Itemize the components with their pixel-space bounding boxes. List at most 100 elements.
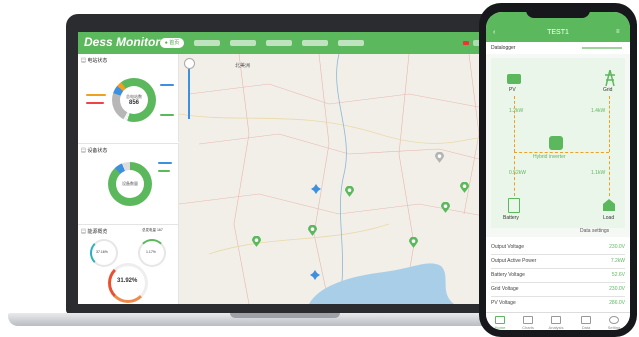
nav-data[interactable]: Data (574, 315, 598, 330)
hybrid-inverter-label: Hybrid inverter (533, 154, 566, 160)
gauge-2: 1.17% (138, 239, 166, 267)
load-label: Load (603, 215, 615, 221)
analysis-icon (551, 316, 561, 324)
brand-logo: Dess Monitor (84, 35, 161, 49)
menu-icon[interactable]: ≡ (616, 29, 620, 35)
flow-line (514, 96, 516, 152)
total-generation: 总发电量 167 (142, 228, 163, 232)
legend-line (158, 162, 172, 164)
flag-icon[interactable] (463, 41, 469, 45)
gauge-1: 37.16% (90, 239, 118, 267)
legend-line (86, 102, 104, 104)
energy-overview-panel: ▤ 能源概览 总发电量 167 37.16% 1.17% 31.92% (78, 224, 179, 304)
cluster-marker[interactable] (311, 184, 321, 194)
gauge-3-value: 31.92% (117, 278, 138, 284)
nav-item[interactable] (194, 40, 220, 46)
bottom-nav: Home Charts Analysis Data Setting (486, 312, 630, 330)
nav-charts[interactable]: Charts (516, 315, 540, 330)
row-value: 230.0V (609, 286, 625, 292)
row-label: Output Active Power (491, 258, 537, 264)
panel-title: ▤ 设备状态 (81, 148, 108, 154)
map-canvas (179, 54, 500, 304)
flow-line (609, 156, 611, 196)
station-pin[interactable] (409, 237, 418, 248)
station-pin[interactable] (460, 182, 469, 193)
legend-line (160, 84, 174, 86)
phone-screen: ‹ TEST1 ≡ Datalogger PV Grid 1.2kW 1.4kW… (486, 12, 630, 330)
panel-title: ▤ 能源概览 (81, 229, 108, 235)
nav-home[interactable]: Home (488, 315, 512, 330)
laptop-screen: Dess Monitor ● 首页 ▤ 电站状态 总电站数 856 ▤ 设备状态… (78, 32, 500, 304)
donut-center: 设备数量 (116, 170, 144, 198)
nav-label: Data (581, 325, 591, 330)
list-item: Output Active Power 7.2kW (491, 255, 625, 268)
data-icon (581, 316, 591, 324)
list-item: Grid Voltage 230.0V (491, 283, 625, 296)
gauge-1-value: 37.16% (96, 250, 108, 254)
nav-item[interactable] (266, 40, 292, 46)
gauge-3: 31.92% (108, 263, 148, 303)
flow-line (609, 96, 611, 152)
station-status-panel: ▤ 电站状态 总电站数 856 (78, 54, 179, 142)
battery-icon (508, 198, 520, 213)
battery-label: Battery (503, 215, 519, 221)
device-status-panel: ▤ 设备状态 设备数量 (78, 143, 179, 224)
station-pin[interactable] (441, 202, 450, 213)
inverter-icon (549, 136, 563, 150)
house-icon (603, 199, 615, 211)
gear-icon (609, 316, 619, 324)
nav-setting[interactable]: Setting (602, 315, 626, 330)
pv-power-value: 1.2kW (509, 108, 524, 114)
datalogger-bar[interactable]: Datalogger (486, 42, 630, 54)
data-settings-link[interactable]: Data settings (580, 228, 609, 234)
gulf-water (309, 263, 454, 304)
nav-label: Charts (522, 325, 534, 330)
row-label: PV Voltage (491, 300, 516, 306)
station-pin[interactable] (308, 225, 317, 236)
tab-home[interactable]: ● 首页 (160, 38, 184, 48)
nav-analysis[interactable]: Analysis (544, 315, 568, 330)
panel-title: ▤ 电站状态 (81, 58, 108, 64)
list-item: Battery Voltage 52.6V (491, 269, 625, 282)
battery-power-value: 0.52kW (509, 170, 526, 176)
row-value: 52.6V (611, 272, 625, 278)
donut-value: 856 (128, 100, 139, 106)
station-map[interactable]: 北美洲 (179, 54, 500, 304)
nav-label: Setting (607, 325, 621, 330)
device-donut-chart[interactable]: 设备数量 (108, 162, 152, 206)
flow-line (514, 156, 516, 196)
load-power-value: 1.1kW (591, 170, 606, 176)
list-item: Output Voltage 230.0V (491, 241, 625, 254)
donut-label: 设备数量 (122, 181, 138, 186)
list-item: PV Voltage 286.0V (491, 297, 625, 310)
cluster-marker[interactable] (310, 270, 320, 280)
solar-panel-icon (507, 74, 521, 84)
datalogger-id (582, 47, 622, 49)
row-value: 7.2kW (610, 258, 625, 264)
row-label: Output Voltage (491, 244, 525, 250)
map-region-label: 北美洲 (235, 63, 251, 69)
flow-line (514, 152, 609, 153)
station-pin[interactable] (345, 186, 354, 197)
zoom-slider[interactable] (188, 69, 190, 119)
legend-line (86, 94, 106, 96)
grid-power-value: 1.4kW (591, 108, 606, 114)
station-donut-chart[interactable]: 总电站数 856 (112, 78, 156, 122)
data-list: Output Voltage 230.0V Output Active Powe… (486, 237, 630, 312)
chart-icon (523, 316, 533, 324)
zoom-handle[interactable] (184, 58, 195, 69)
app-header: Dess Monitor ● 首页 (78, 32, 500, 54)
datalogger-label: Datalogger (491, 45, 516, 51)
nav-label: Home (494, 325, 506, 330)
nav-item[interactable] (302, 40, 328, 46)
phone-notch (526, 8, 590, 18)
donut-center: 总电站数 856 (120, 86, 148, 114)
row-label: Battery Voltage (491, 272, 525, 278)
nav-item[interactable] (230, 40, 256, 46)
legend-line (160, 114, 174, 116)
offline-station-pin[interactable] (435, 152, 444, 163)
nav-item[interactable] (338, 40, 364, 46)
row-label: Grid Voltage (491, 286, 519, 292)
station-pin[interactable] (252, 236, 261, 247)
laptop-notch (230, 313, 340, 318)
